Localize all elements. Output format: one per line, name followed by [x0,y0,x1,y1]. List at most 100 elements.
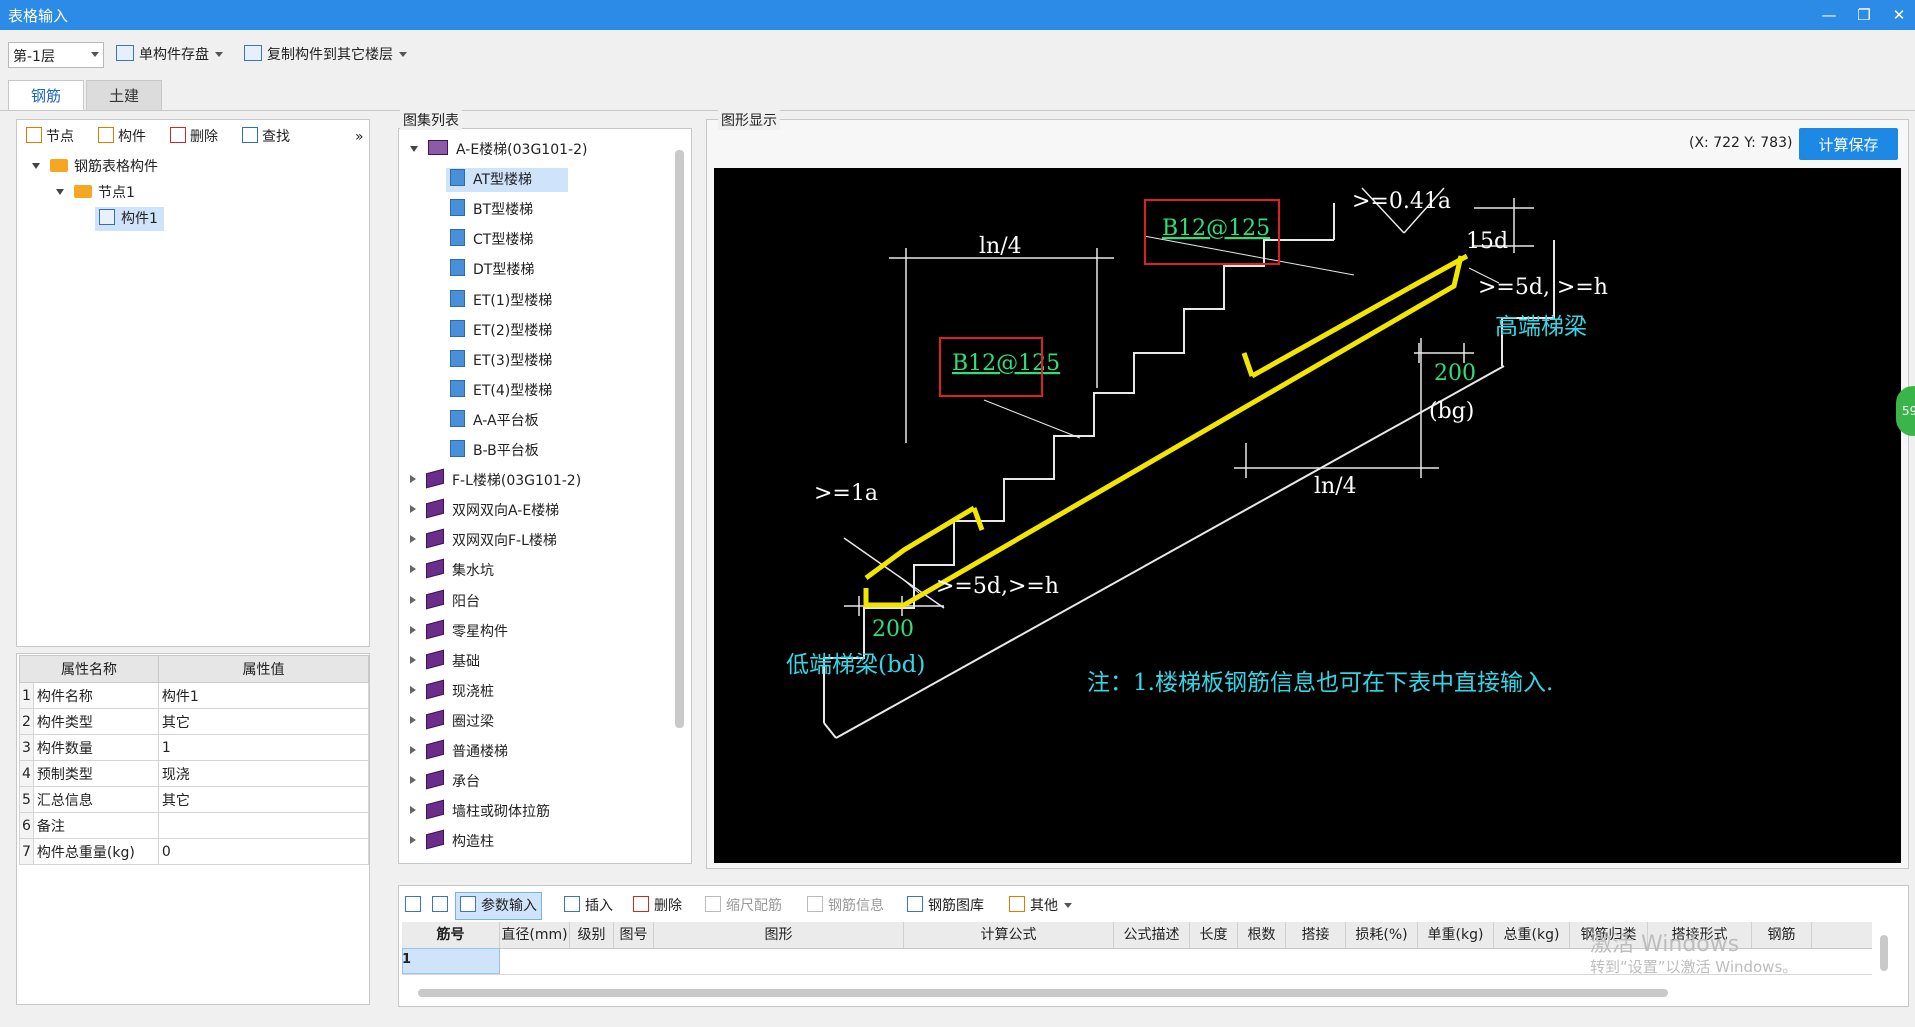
atlas-category[interactable]: F-L楼梯(03G101-2) [410,468,582,493]
grid-column-header[interactable]: 计算公式 [904,922,1114,948]
tree-component[interactable]: 构件1 [95,207,164,231]
attribute-name: 构件名称 [32,682,159,709]
attribute-value[interactable]: 其它 [157,786,370,813]
grid-vscrollbar[interactable] [1880,935,1888,971]
grid-column-header[interactable]: 根数 [1238,922,1286,948]
atlas-item-label: ET(2)型楼梯 [473,322,553,339]
atlas-item[interactable]: A-A平台板 [450,409,539,433]
atlas-item[interactable]: ET(2)型楼梯 [450,319,552,343]
attribute-row[interactable]: 7 构件总重量(kg) 0 [19,838,370,865]
atlas-category[interactable]: 墙柱或砌体拉筋 [410,799,550,824]
tab-divider [0,110,1915,111]
book-icon [426,619,444,640]
label-bend-15d: 15d [1466,229,1508,254]
main-toolbar: 第-1层 单构件存盘 复制构件到其它楼层 [0,36,1915,74]
attribute-value[interactable]: 其它 [157,708,370,735]
move-up-button[interactable] [405,893,426,919]
side-badge[interactable]: 59 [1896,386,1915,436]
other-button[interactable]: 其他 [1009,893,1072,919]
expand-icon [32,163,40,169]
grid-hscrollbar[interactable] [418,989,1668,997]
attribute-row[interactable]: 1 构件名称 构件1 [19,682,370,709]
atlas-category[interactable]: 现浇桩 [410,679,494,704]
attribute-row-index: 2 [19,708,34,735]
restore-button[interactable]: ❐ [1850,3,1878,27]
grid-column-header[interactable]: 长度 [1190,922,1238,948]
atlas-category[interactable]: 基础 [410,649,480,674]
add-node-button[interactable]: 节点 [26,126,74,148]
close-button[interactable]: ✕ [1885,3,1913,27]
copy-to-floor-button[interactable]: 复制构件到其它楼层 [244,42,407,68]
grid-column-header[interactable]: 钢筋 [1752,922,1812,948]
rebar-library-button[interactable]: 钢筋图库 [907,893,984,919]
attribute-row[interactable]: 2 构件类型 其它 [19,708,370,735]
atlas-item[interactable]: BT型楼梯 [450,198,533,222]
atlas-group-a-e[interactable]: A-E楼梯(03G101-2) [410,138,587,162]
atlas-category-label: 承台 [452,774,480,791]
tree-node[interactable]: 节点1 [56,181,135,205]
attribute-value[interactable] [157,812,370,839]
label-bg: (bg) [1429,399,1474,424]
stair-drawing[interactable]: ln/4 ln/4 >=0.41a 15d >=5d, >=h (bg) >=1… [714,168,1901,863]
book-icon [426,649,444,670]
atlas-category[interactable]: 双网双向A-E楼梯 [410,498,559,523]
attribute-row[interactable]: 4 预制类型 现浇 [19,760,370,787]
param-input-button[interactable]: 参数输入 [455,892,542,920]
tab-civil[interactable]: 土建 [86,80,162,110]
delete-component-button[interactable]: 删除 [170,126,218,148]
grid-column-header[interactable]: 筋号 [402,922,500,948]
atlas-category[interactable]: 圈过梁 [410,709,494,734]
grid-column-header[interactable]: 损耗(%) [1346,922,1418,948]
grid-column-header[interactable]: 总重(kg) [1494,922,1570,948]
minimize-button[interactable]: — [1815,3,1843,27]
grid-column-header[interactable]: 图号 [614,922,654,948]
atlas-item[interactable]: ET(3)型楼梯 [450,349,552,373]
atlas-category-label: F-L楼梯(03G101-2) [452,473,582,490]
book-icon [426,558,444,579]
attribute-value[interactable]: 0 [157,838,370,865]
attribute-value[interactable]: 构件1 [157,682,370,709]
atlas-item-label: BT型楼梯 [473,202,534,219]
insert-button[interactable]: 插入 [564,893,613,919]
grid-column-header[interactable]: 直径(mm) [500,922,570,948]
atlas-scrollbar[interactable] [675,150,684,728]
atlas-item[interactable]: ET(4)型楼梯 [450,379,552,403]
atlas-category[interactable]: 零星构件 [410,619,508,644]
floor-select[interactable]: 第-1层 [8,42,104,68]
attribute-value[interactable]: 现浇 [157,760,370,787]
rebar-info-button[interactable]: 钢筋信息 [807,893,884,919]
atlas-category-label: 普通楼梯 [452,744,508,760]
grid-column-header[interactable]: 公式描述 [1114,922,1190,948]
attribute-row[interactable]: 6 备注 [19,812,370,839]
atlas-category[interactable]: 承台 [410,769,480,794]
delete-row-button[interactable]: 删除 [633,893,682,919]
atlas-item[interactable]: ET(1)型楼梯 [450,289,552,313]
add-component-button[interactable]: 构件 [98,126,146,148]
graphic-label: 图形显示 [718,110,780,130]
atlas-item[interactable]: CT型楼梯 [450,228,533,252]
atlas-category[interactable]: 集水坑 [410,558,494,583]
atlas-category[interactable]: 阳台 [410,589,480,614]
scale-rebar-button[interactable]: 缩尺配筋 [705,893,782,919]
tree-root[interactable]: 钢筋表格构件 [32,155,158,179]
grid-column-header[interactable]: 搭接 [1286,922,1346,948]
find-button[interactable]: 查找 [242,126,290,148]
atlas-category[interactable]: 构造柱 [410,829,494,854]
atlas-category[interactable]: 双网双向F-L楼梯 [410,528,557,553]
calc-save-button[interactable]: 计算保存 [1799,128,1898,160]
atlas-item[interactable]: B-B平台板 [450,439,539,463]
tab-rebar[interactable]: 钢筋 [8,80,84,110]
move-down-button[interactable] [432,893,453,919]
grid-cell-selected[interactable] [402,948,500,974]
more-toolbar-button[interactable]: » [355,126,364,148]
grid-column-header[interactable]: 单重(kg) [1418,922,1494,948]
save-single-button[interactable]: 单构件存盘 [116,42,223,68]
attribute-value[interactable]: 1 [157,734,370,761]
attribute-row[interactable]: 5 汇总信息 其它 [19,786,370,813]
atlas-category[interactable]: 普通楼梯 [410,739,508,764]
atlas-item[interactable]: DT型楼梯 [450,258,534,282]
attribute-row[interactable]: 3 构件数量 1 [19,734,370,761]
grid-column-header[interactable]: 级别 [570,922,614,948]
grid-column-header[interactable]: 图形 [654,922,904,948]
atlas-item[interactable]: AT型楼梯 [446,168,569,193]
